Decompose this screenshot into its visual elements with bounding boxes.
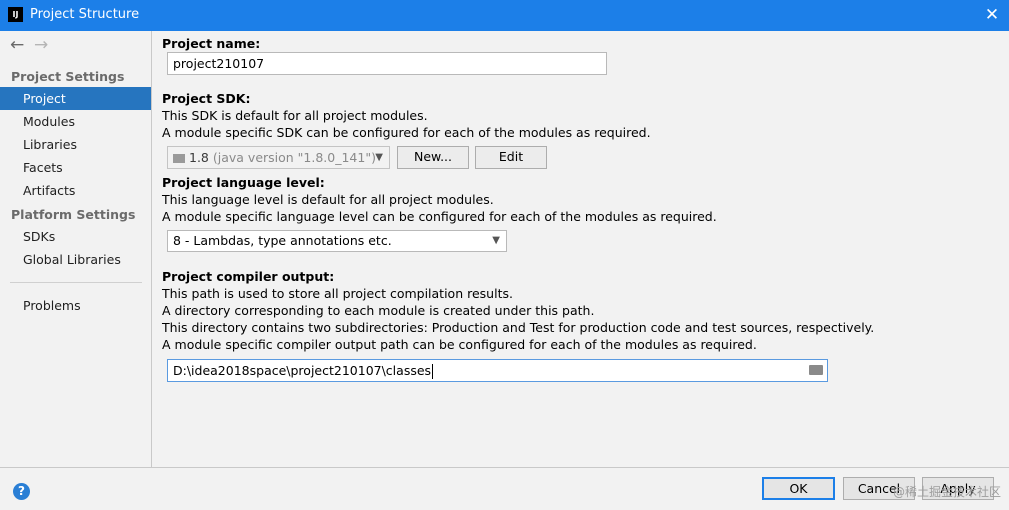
window-title: Project Structure	[30, 7, 140, 22]
project-settings-header: Project Settings	[11, 69, 125, 84]
sidebar-item-global-libraries[interactable]: Global Libraries	[0, 248, 151, 271]
language-level-value: 8 - Lambdas, type annotations etc.	[173, 233, 392, 248]
compiler-output-path-input[interactable]: D:\idea2018space\project210107\classes	[167, 359, 828, 382]
project-name-label: Project name:	[162, 36, 261, 51]
chevron-down-icon: ▼	[375, 152, 383, 163]
sidebar: ← → Project Settings Project Modules Lib…	[0, 31, 152, 467]
compiler-output-desc-1: This path is used to store all project c…	[162, 286, 513, 301]
sidebar-item-modules[interactable]: Modules	[0, 110, 151, 133]
project-settings-panel: Project name: project210107 Project SDK:…	[152, 31, 1009, 467]
sidebar-item-libraries[interactable]: Libraries	[0, 133, 151, 156]
language-level-desc-1: This language level is default for all p…	[162, 192, 494, 207]
project-sdk-label: Project SDK:	[162, 91, 251, 106]
sdk-version-detail: (java version "1.8.0_141")	[212, 150, 376, 165]
help-icon[interactable]: ?	[13, 483, 30, 500]
compiler-output-path-value: D:\idea2018space\project210107\classes	[173, 363, 432, 378]
ok-button[interactable]: OK	[762, 477, 835, 500]
sidebar-divider	[10, 282, 142, 283]
project-sdk-dropdown[interactable]: 1.8 (java version "1.8.0_141") ▼	[167, 146, 390, 169]
new-sdk-button[interactable]: New...	[397, 146, 469, 169]
dialog-footer: ? OK Cancel Apply @稀土掘金技术社区	[0, 467, 1009, 510]
sdk-version: 1.8	[189, 150, 209, 165]
project-structure-dialog: IJ Project Structure ✕ ← → Project Setti…	[0, 0, 1009, 510]
chevron-down-icon: ▼	[492, 235, 500, 246]
project-sdk-desc-1: This SDK is default for all project modu…	[162, 108, 428, 123]
platform-settings-header: Platform Settings	[11, 207, 136, 222]
language-level-dropdown[interactable]: 8 - Lambdas, type annotations etc. ▼	[167, 230, 507, 252]
text-cursor	[432, 364, 434, 379]
sidebar-item-project[interactable]: Project	[0, 87, 151, 110]
back-arrow-icon[interactable]: ←	[10, 35, 24, 55]
sidebar-item-artifacts[interactable]: Artifacts	[0, 179, 151, 202]
intellij-app-icon: IJ	[8, 7, 23, 22]
forward-arrow-icon[interactable]: →	[34, 35, 48, 55]
title-bar: IJ Project Structure ✕	[0, 0, 1009, 31]
language-level-label: Project language level:	[162, 175, 325, 190]
sidebar-item-sdks[interactable]: SDKs	[0, 225, 151, 248]
project-sdk-desc-2: A module specific SDK can be configured …	[162, 125, 651, 140]
edit-sdk-button[interactable]: Edit	[475, 146, 547, 169]
sidebar-item-facets[interactable]: Facets	[0, 156, 151, 179]
browse-folder-icon[interactable]	[809, 365, 823, 375]
language-level-desc-2: A module specific language level can be …	[162, 209, 717, 224]
sidebar-item-problems[interactable]: Problems	[0, 294, 151, 317]
compiler-output-desc-2: A directory corresponding to each module…	[162, 303, 595, 318]
compiler-output-label: Project compiler output:	[162, 269, 335, 284]
watermark: @稀土掘金技术社区	[892, 485, 1001, 499]
project-name-input[interactable]: project210107	[167, 52, 607, 75]
compiler-output-desc-4: A module specific compiler output path c…	[162, 337, 757, 352]
close-button[interactable]: ✕	[975, 0, 1009, 31]
compiler-output-desc-3: This directory contains two subdirectori…	[162, 320, 875, 335]
sdk-folder-icon	[173, 154, 185, 163]
